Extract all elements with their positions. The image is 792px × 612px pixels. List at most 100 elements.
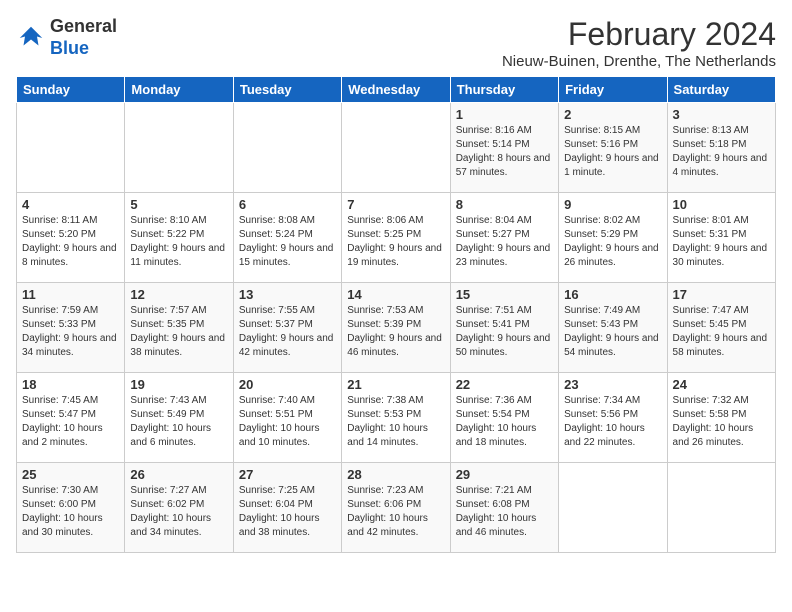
cell-content-line: Daylight: 10 hours and 42 minutes. bbox=[347, 512, 444, 540]
cell-content-line: Sunset: 5:39 PM bbox=[347, 318, 444, 332]
cell-content-line: Daylight: 10 hours and 22 minutes. bbox=[564, 422, 661, 450]
cell-content-line: Sunrise: 7:43 AM bbox=[130, 394, 227, 408]
day-number: 5 bbox=[130, 197, 227, 212]
calendar-cell: 8Sunrise: 8:04 AMSunset: 5:27 PMDaylight… bbox=[450, 193, 558, 283]
cell-content-line: Daylight: 9 hours and 30 minutes. bbox=[673, 242, 770, 270]
day-header-monday: Monday bbox=[125, 77, 233, 103]
cell-content-line: Sunrise: 7:51 AM bbox=[456, 304, 553, 318]
cell-content-line: Sunset: 5:35 PM bbox=[130, 318, 227, 332]
calendar-cell: 15Sunrise: 7:51 AMSunset: 5:41 PMDayligh… bbox=[450, 283, 558, 373]
cell-content-line: Sunrise: 8:02 AM bbox=[564, 214, 661, 228]
cell-content-line: Sunset: 5:45 PM bbox=[673, 318, 770, 332]
day-number: 27 bbox=[239, 467, 336, 482]
day-number: 8 bbox=[456, 197, 553, 212]
day-header-friday: Friday bbox=[559, 77, 667, 103]
calendar-cell: 7Sunrise: 8:06 AMSunset: 5:25 PMDaylight… bbox=[342, 193, 450, 283]
calendar-cell: 27Sunrise: 7:25 AMSunset: 6:04 PMDayligh… bbox=[233, 463, 341, 553]
calendar-cell: 14Sunrise: 7:53 AMSunset: 5:39 PMDayligh… bbox=[342, 283, 450, 373]
cell-content-line: Sunrise: 7:59 AM bbox=[22, 304, 119, 318]
day-number: 22 bbox=[456, 377, 553, 392]
cell-content-line: Sunrise: 8:13 AM bbox=[673, 124, 770, 138]
cell-content-line: Daylight: 9 hours and 4 minutes. bbox=[673, 152, 770, 180]
cell-content-line: Sunrise: 7:45 AM bbox=[22, 394, 119, 408]
cell-content-line: Sunrise: 7:47 AM bbox=[673, 304, 770, 318]
cell-content-line: Daylight: 9 hours and 11 minutes. bbox=[130, 242, 227, 270]
cell-content-line: Sunrise: 8:06 AM bbox=[347, 214, 444, 228]
cell-content-line: Sunset: 6:06 PM bbox=[347, 498, 444, 512]
calendar-cell: 23Sunrise: 7:34 AMSunset: 5:56 PMDayligh… bbox=[559, 373, 667, 463]
calendar-cell: 20Sunrise: 7:40 AMSunset: 5:51 PMDayligh… bbox=[233, 373, 341, 463]
cell-content-line: Sunset: 5:22 PM bbox=[130, 228, 227, 242]
cell-content-line: Daylight: 9 hours and 54 minutes. bbox=[564, 332, 661, 360]
day-number: 4 bbox=[22, 197, 119, 212]
cell-content-line: Sunrise: 7:36 AM bbox=[456, 394, 553, 408]
cell-content-line: Sunrise: 7:57 AM bbox=[130, 304, 227, 318]
cell-content-line: Daylight: 9 hours and 58 minutes. bbox=[673, 332, 770, 360]
cell-content-line: Sunset: 6:00 PM bbox=[22, 498, 119, 512]
cell-content-line: Sunset: 6:02 PM bbox=[130, 498, 227, 512]
day-number: 3 bbox=[673, 107, 770, 122]
day-number: 14 bbox=[347, 287, 444, 302]
cell-content-line: Sunset: 5:33 PM bbox=[22, 318, 119, 332]
cell-content-line: Daylight: 10 hours and 38 minutes. bbox=[239, 512, 336, 540]
cell-content-line: Sunset: 5:53 PM bbox=[347, 408, 444, 422]
cell-content-line: Sunset: 5:51 PM bbox=[239, 408, 336, 422]
day-number: 29 bbox=[456, 467, 553, 482]
day-number: 25 bbox=[22, 467, 119, 482]
cell-content-line: Daylight: 10 hours and 26 minutes. bbox=[673, 422, 770, 450]
cell-content-line: Sunset: 5:25 PM bbox=[347, 228, 444, 242]
cell-content-line: Daylight: 10 hours and 14 minutes. bbox=[347, 422, 444, 450]
cell-content-line: Sunset: 5:37 PM bbox=[239, 318, 336, 332]
day-number: 28 bbox=[347, 467, 444, 482]
calendar-cell: 9Sunrise: 8:02 AMSunset: 5:29 PMDaylight… bbox=[559, 193, 667, 283]
day-header-saturday: Saturday bbox=[667, 77, 775, 103]
calendar-cell: 24Sunrise: 7:32 AMSunset: 5:58 PMDayligh… bbox=[667, 373, 775, 463]
cell-content-line: Daylight: 9 hours and 15 minutes. bbox=[239, 242, 336, 270]
calendar-cell: 22Sunrise: 7:36 AMSunset: 5:54 PMDayligh… bbox=[450, 373, 558, 463]
day-number: 2 bbox=[564, 107, 661, 122]
cell-content-line: Sunset: 5:20 PM bbox=[22, 228, 119, 242]
cell-content-line: Sunrise: 7:53 AM bbox=[347, 304, 444, 318]
cell-content-line: Sunset: 5:47 PM bbox=[22, 408, 119, 422]
day-header-thursday: Thursday bbox=[450, 77, 558, 103]
cell-content-line: Daylight: 10 hours and 6 minutes. bbox=[130, 422, 227, 450]
calendar-cell: 19Sunrise: 7:43 AMSunset: 5:49 PMDayligh… bbox=[125, 373, 233, 463]
cell-content-line: Sunrise: 7:38 AM bbox=[347, 394, 444, 408]
cell-content-line: Daylight: 10 hours and 10 minutes. bbox=[239, 422, 336, 450]
cell-content-line: Daylight: 9 hours and 26 minutes. bbox=[564, 242, 661, 270]
cell-content-line: Daylight: 9 hours and 19 minutes. bbox=[347, 242, 444, 270]
cell-content-line: Daylight: 9 hours and 1 minute. bbox=[564, 152, 661, 180]
cell-content-line: Sunrise: 7:32 AM bbox=[673, 394, 770, 408]
calendar-cell: 12Sunrise: 7:57 AMSunset: 5:35 PMDayligh… bbox=[125, 283, 233, 373]
cell-content-line: Sunrise: 7:55 AM bbox=[239, 304, 336, 318]
calendar-cell: 26Sunrise: 7:27 AMSunset: 6:02 PMDayligh… bbox=[125, 463, 233, 553]
calendar-cell: 2Sunrise: 8:15 AMSunset: 5:16 PMDaylight… bbox=[559, 103, 667, 193]
day-number: 15 bbox=[456, 287, 553, 302]
cell-content-line: Daylight: 10 hours and 46 minutes. bbox=[456, 512, 553, 540]
cell-content-line: Sunrise: 7:34 AM bbox=[564, 394, 661, 408]
cell-content-line: Daylight: 9 hours and 34 minutes. bbox=[22, 332, 119, 360]
cell-content-line: Daylight: 10 hours and 34 minutes. bbox=[130, 512, 227, 540]
cell-content-line: Sunrise: 7:49 AM bbox=[564, 304, 661, 318]
day-number: 6 bbox=[239, 197, 336, 212]
cell-content-line: Sunrise: 8:01 AM bbox=[673, 214, 770, 228]
calendar-cell bbox=[559, 463, 667, 553]
cell-content-line: Sunset: 5:16 PM bbox=[564, 138, 661, 152]
calendar-cell: 10Sunrise: 8:01 AMSunset: 5:31 PMDayligh… bbox=[667, 193, 775, 283]
cell-content-line: Sunset: 5:18 PM bbox=[673, 138, 770, 152]
cell-content-line: Daylight: 9 hours and 42 minutes. bbox=[239, 332, 336, 360]
cell-content-line: Daylight: 9 hours and 38 minutes. bbox=[130, 332, 227, 360]
day-number: 24 bbox=[673, 377, 770, 392]
calendar-cell: 1Sunrise: 8:16 AMSunset: 5:14 PMDaylight… bbox=[450, 103, 558, 193]
calendar-cell: 16Sunrise: 7:49 AMSunset: 5:43 PMDayligh… bbox=[559, 283, 667, 373]
calendar-cell: 13Sunrise: 7:55 AMSunset: 5:37 PMDayligh… bbox=[233, 283, 341, 373]
day-number: 17 bbox=[673, 287, 770, 302]
calendar-cell: 28Sunrise: 7:23 AMSunset: 6:06 PMDayligh… bbox=[342, 463, 450, 553]
day-number: 11 bbox=[22, 287, 119, 302]
cell-content-line: Sunrise: 8:04 AM bbox=[456, 214, 553, 228]
cell-content-line: Sunset: 5:27 PM bbox=[456, 228, 553, 242]
calendar-cell bbox=[233, 103, 341, 193]
calendar-cell: 5Sunrise: 8:10 AMSunset: 5:22 PMDaylight… bbox=[125, 193, 233, 283]
cell-content-line: Sunrise: 7:25 AM bbox=[239, 484, 336, 498]
cell-content-line: Sunset: 5:24 PM bbox=[239, 228, 336, 242]
